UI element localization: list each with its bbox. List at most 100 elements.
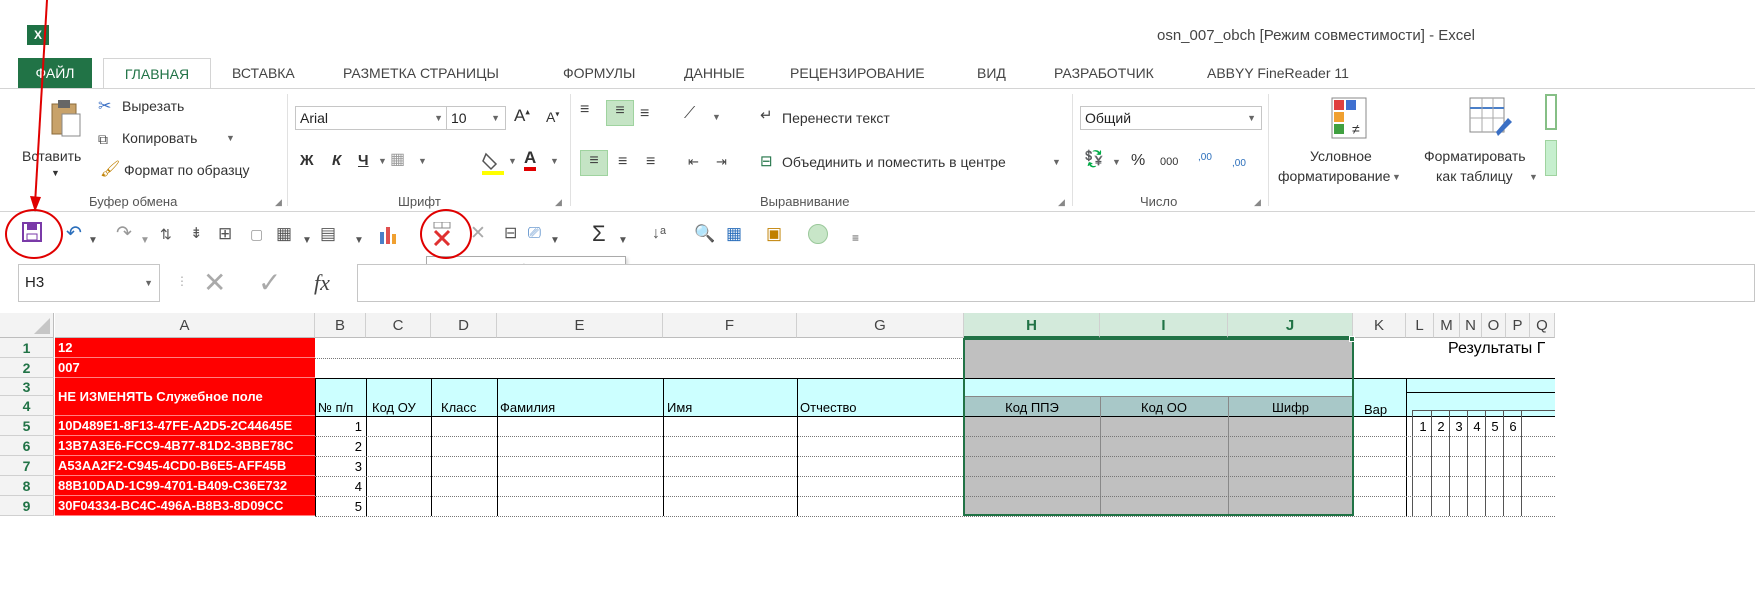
column-header-k[interactable]: K [1353,313,1406,338]
row-number-cell[interactable]: 4 [318,479,362,494]
redo-icon[interactable]: ↷ [116,222,132,246]
accounting-format-icon[interactable]: 💱 [1084,150,1104,170]
chart-icon[interactable] [378,224,400,244]
fill-handle[interactable] [1349,336,1355,342]
task-number[interactable]: 3 [1450,419,1468,434]
cancel-entry-icon[interactable]: ✕ [203,263,226,303]
column-header-m[interactable]: M [1434,313,1460,338]
formula-input[interactable] [357,264,1755,302]
format-as-table-label-1[interactable]: Форматировать [1424,148,1526,164]
header-klass[interactable]: Класс [441,400,476,415]
clear-icon[interactable]: ▢ [250,222,263,246]
bold-button[interactable]: Ж [300,152,314,169]
header-otchestvo[interactable]: Отчество [800,400,857,415]
font-launcher-icon[interactable]: ◢ [555,197,562,208]
tab-insert[interactable]: ВСТАВКА [232,58,295,88]
clipboard-launcher-icon[interactable]: ◢ [275,197,282,208]
name-box[interactable]: H3 ▼ [18,264,160,302]
cell-a3[interactable]: НЕ ИЗМЕНЯТЬ Служебное поле [55,378,315,416]
fill-dropdown-icon[interactable]: ▼ [508,156,517,166]
conditional-formatting-label-2[interactable]: форматирование [1278,168,1390,184]
enter-entry-icon[interactable]: ✓ [258,263,281,303]
align-center-icon[interactable]: ≡ [618,152,627,172]
column-header-d[interactable]: D [431,313,497,338]
underline-button[interactable]: Ч [358,152,369,169]
header-imya[interactable]: Имя [667,400,692,415]
column-header-p[interactable]: P [1506,313,1530,338]
row-number-cell[interactable]: 3 [318,459,362,474]
tab-home[interactable]: ГЛАВНАЯ [103,58,211,91]
header-num[interactable]: № п/п [318,400,353,415]
table-dropdown-icon[interactable]: ▼ [354,229,364,253]
cell-style-good-swatch[interactable] [1545,140,1557,176]
insert-rows-icon[interactable]: ⇟ [190,222,203,246]
column-header-l[interactable]: L [1406,313,1434,338]
number-launcher-icon[interactable]: ◢ [1254,197,1261,208]
cell-style-normal-swatch[interactable] [1545,94,1557,130]
row-header-8[interactable]: 8 [0,476,54,496]
borders-qat-icon[interactable]: ▦ [276,222,292,246]
thousands-button[interactable]: 000 [1160,156,1178,168]
percent-button[interactable]: % [1131,152,1145,170]
column-header-c[interactable]: C [366,313,431,338]
column-header-b[interactable]: B [315,313,366,338]
row-number-cell[interactable]: 5 [318,499,362,514]
cell-a1[interactable]: 12 [55,338,315,358]
calendar-icon[interactable]: ▦ [726,222,742,246]
tab-formulas[interactable]: ФОРМУЛЫ [563,58,635,88]
column-header-h[interactable]: H [964,313,1100,338]
task-number[interactable]: 4 [1468,419,1486,434]
column-header-a[interactable]: A [55,313,315,338]
undo-dropdown-icon[interactable]: ▼ [88,229,98,253]
header-kod-ou[interactable]: Код ОУ [372,400,416,415]
alignment-launcher-icon[interactable]: ◢ [1058,197,1065,208]
row-header-3[interactable]: 3 [0,378,54,396]
column-header-f[interactable]: F [663,313,797,338]
clear-dropdown-icon[interactable]: ▼ [550,229,560,253]
conditional-dropdown-icon[interactable]: ▼ [1392,172,1401,182]
picture-icon[interactable]: ▣ [766,222,782,246]
merge-dropdown-icon[interactable]: ▼ [1052,157,1061,167]
task-number[interactable]: 6 [1504,419,1522,434]
delete-rows-icon[interactable]: ✕ [470,222,486,246]
row-number-cell[interactable]: 1 [318,419,362,434]
customize-qat-icon[interactable]: ≡ [852,226,859,250]
tab-developer[interactable]: РАЗРАБОТЧИК [1054,58,1154,88]
format-painter-button[interactable]: Формат по образцу [124,162,250,178]
merge-center-button[interactable]: Объединить и поместить в центре [782,154,1006,170]
conditional-formatting-label-1[interactable]: Условное [1310,148,1372,164]
undo-icon[interactable]: ↶ [66,222,82,246]
borders-icon[interactable]: ▦ [390,150,405,170]
column-header-o[interactable]: O [1482,313,1506,338]
column-header-g[interactable]: G [797,313,964,338]
format-as-table-label-2[interactable]: как таблицу [1436,168,1513,184]
copy-dropdown-icon[interactable]: ▼ [226,133,235,143]
task-number[interactable]: 5 [1486,419,1504,434]
tab-abbyy[interactable]: ABBYY FineReader 11 [1207,58,1349,88]
font-color-icon[interactable]: А [524,149,537,171]
insert-columns-icon[interactable]: ⊞ [218,222,232,246]
format-table-dropdown-icon[interactable]: ▼ [1529,172,1538,182]
borders-qat-dropdown-icon[interactable]: ▼ [302,229,312,253]
cut-button[interactable]: Вырезать [122,98,184,114]
decrease-indent-icon[interactable]: ⇤ [688,152,699,172]
tab-view[interactable]: ВИД [977,58,1006,88]
fill-color-icon[interactable] [480,150,506,176]
table-icon[interactable]: ▤ [320,222,336,246]
align-middle-icon[interactable]: ≡ [606,100,634,126]
tab-data[interactable]: ДАННЫЕ [684,58,745,88]
align-bottom-icon[interactable]: ≡ [640,104,649,124]
format-as-table-icon[interactable] [1468,96,1514,142]
borders-dropdown-icon[interactable]: ▼ [418,156,427,166]
row-header-4[interactable]: 4 [0,396,54,416]
align-right-icon[interactable]: ≡ [646,152,655,172]
font-name-combo[interactable]: Arial ▼ [295,106,449,130]
results-heading[interactable]: Результаты Г [1448,340,1545,358]
increase-decimal-button[interactable]: ,00 [1198,152,1212,163]
wrap-text-button[interactable]: Перенести текст [782,110,890,126]
task-number[interactable]: 2 [1432,419,1450,434]
align-top-icon[interactable]: ≡ [580,100,589,120]
column-header-q[interactable]: Q [1530,313,1555,338]
row-header-2[interactable]: 2 [0,358,54,378]
clear-formats-icon[interactable]: ⎚ [528,222,541,246]
